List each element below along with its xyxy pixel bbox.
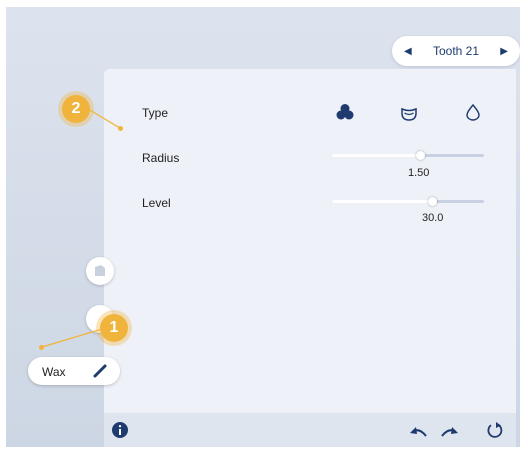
- callout-lines: [41, 108, 121, 348]
- callout-2-anchor: [118, 126, 123, 131]
- viewport: ◀ Tooth 21 ▶ Type Radius 1.50 Level 30.0: [6, 7, 520, 447]
- callout-badge-2: 2: [62, 95, 90, 123]
- callout-1-anchor: [39, 345, 44, 350]
- callout-badge-1: 1: [100, 314, 128, 342]
